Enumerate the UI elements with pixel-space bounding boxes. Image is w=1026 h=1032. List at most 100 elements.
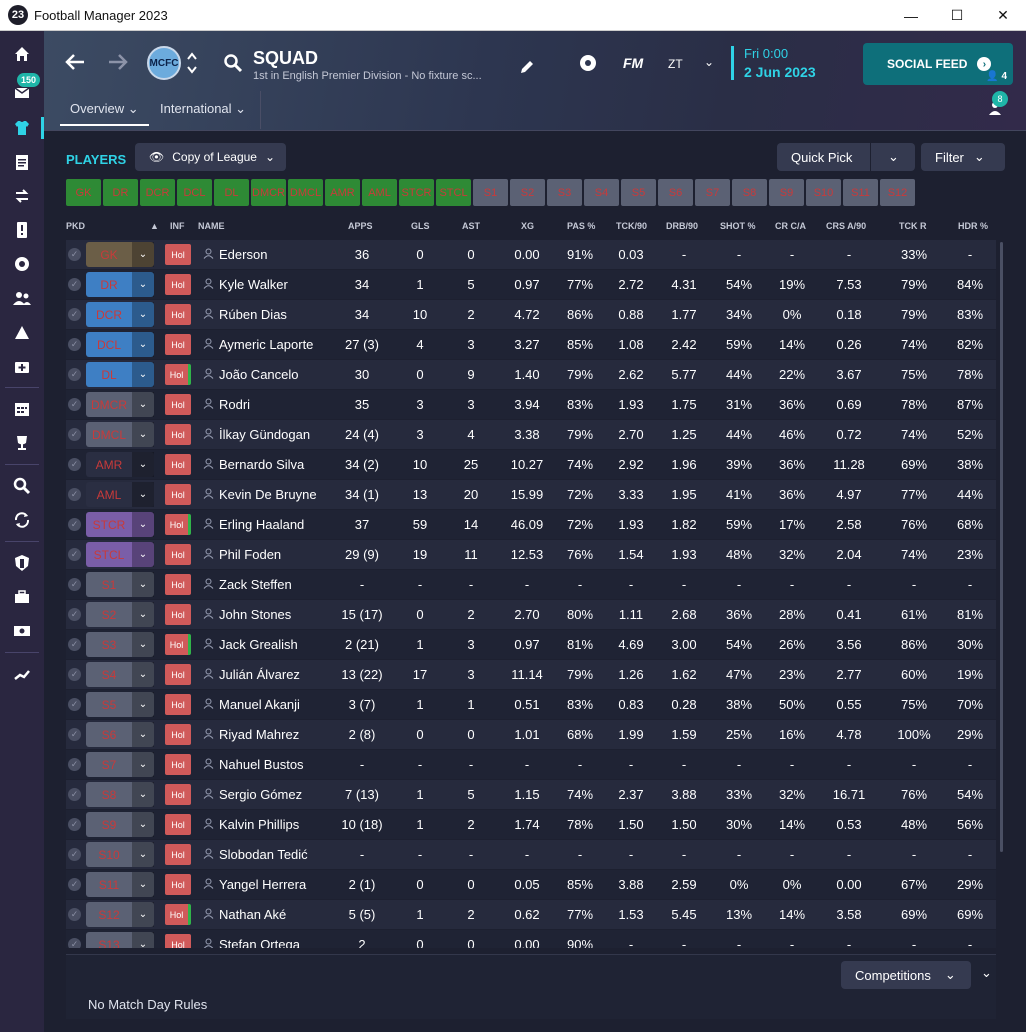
- position-select[interactable]: DR ⌄: [86, 272, 154, 297]
- player-name[interactable]: Zack Steffen: [219, 577, 292, 592]
- position-chip[interactable]: S11: [843, 179, 878, 206]
- info-status-badge[interactable]: Hol: [165, 724, 191, 745]
- position-select[interactable]: S9 ⌄: [86, 812, 154, 837]
- back-button[interactable]: [64, 51, 86, 80]
- position-chip[interactable]: AML: [362, 179, 397, 206]
- position-select[interactable]: STCL ⌄: [86, 542, 154, 567]
- info-status-badge[interactable]: Hol: [165, 364, 191, 385]
- col-header-ast[interactable]: AST: [462, 221, 480, 231]
- home-icon[interactable]: [0, 37, 44, 71]
- pick-check-icon[interactable]: ✓: [68, 368, 81, 381]
- position-select[interactable]: S11 ⌄: [86, 872, 154, 897]
- player-name[interactable]: Kevin De Bruyne: [219, 487, 317, 502]
- position-select[interactable]: S12 ⌄: [86, 902, 154, 927]
- pick-check-icon[interactable]: ✓: [68, 338, 81, 351]
- position-select[interactable]: S13 ⌄: [86, 932, 154, 948]
- position-select[interactable]: DMCL ⌄: [86, 422, 154, 447]
- info-status-badge[interactable]: Hol: [165, 484, 191, 505]
- info-status-badge[interactable]: Hol: [165, 574, 191, 595]
- player-name[interactable]: Nahuel Bustos: [219, 757, 304, 772]
- player-name[interactable]: Ederson: [219, 247, 267, 262]
- pick-check-icon[interactable]: ✓: [68, 728, 81, 741]
- col-header-name[interactable]: NAME: [198, 221, 225, 231]
- table-row[interactable]: ✓ DCL ⌄ Hol Aymeric Laporte 27 (3) 4 3 3.27 85% 1.…: [66, 330, 996, 359]
- info-status-badge[interactable]: Hol: [165, 874, 191, 895]
- player-name[interactable]: Riyad Mahrez: [219, 727, 299, 742]
- info-status-badge[interactable]: Hol: [165, 904, 191, 925]
- player-name[interactable]: Yangel Herrera: [219, 877, 306, 892]
- pick-check-icon[interactable]: ✓: [68, 788, 81, 801]
- position-select[interactable]: S2 ⌄: [86, 602, 154, 627]
- chevron-down-icon[interactable]: ⌄: [888, 149, 899, 165]
- footer-chevron-down-icon[interactable]: ⌄: [981, 965, 992, 981]
- pick-check-icon[interactable]: ✓: [68, 698, 81, 711]
- position-chip[interactable]: S1: [473, 179, 508, 206]
- info-status-badge[interactable]: Hol: [165, 334, 191, 355]
- table-row[interactable]: ✓ STCL ⌄ Hol Phil Foden 29 (9) 19 11 12.53 76% 1.5…: [66, 540, 996, 569]
- table-row[interactable]: ✓ DR ⌄ Hol Kyle Walker 34 1 5 0.97 77% 2.72 4.31 54%…: [66, 270, 996, 299]
- player-name[interactable]: Bernardo Silva: [219, 457, 304, 472]
- pick-check-icon[interactable]: ✓: [68, 908, 81, 921]
- player-name[interactable]: Rodri: [219, 397, 250, 412]
- position-select[interactable]: S1 ⌄: [86, 572, 154, 597]
- position-select[interactable]: S7 ⌄: [86, 752, 154, 777]
- info-status-badge[interactable]: Hol: [165, 424, 191, 445]
- table-row[interactable]: ✓ S10 ⌄ Hol Slobodan Tedić - - - - - - - - - - - -: [66, 840, 996, 869]
- position-chip[interactable]: GK: [66, 179, 101, 206]
- medical-icon[interactable]: [0, 349, 44, 383]
- player-name[interactable]: Sergio Gómez: [219, 787, 302, 802]
- col-header-gls[interactable]: GLS: [411, 221, 430, 231]
- player-name[interactable]: Phil Foden: [219, 547, 281, 562]
- search-icon[interactable]: [0, 469, 44, 503]
- player-name[interactable]: Jack Grealish: [219, 637, 298, 652]
- player-name[interactable]: João Cancelo: [219, 367, 299, 382]
- info-status-badge[interactable]: Hol: [165, 634, 191, 655]
- shield-icon[interactable]: [0, 546, 44, 580]
- player-name[interactable]: Aymeric Laporte: [219, 337, 313, 352]
- player-name[interactable]: John Stones: [219, 607, 291, 622]
- position-select[interactable]: S8 ⌄: [86, 782, 154, 807]
- info-status-badge[interactable]: Hol: [165, 454, 191, 475]
- pick-check-icon[interactable]: ✓: [68, 278, 81, 291]
- exclamation-icon[interactable]: [0, 213, 44, 247]
- position-chip[interactable]: S4: [584, 179, 619, 206]
- col-header-crc[interactable]: CR C/A: [775, 221, 806, 231]
- col-header-pkd[interactable]: PKD: [66, 221, 85, 231]
- transfer-arrows-icon[interactable]: [0, 179, 44, 213]
- zt-label[interactable]: ZT: [668, 57, 683, 71]
- info-status-badge[interactable]: Hol: [165, 514, 191, 535]
- pick-check-icon[interactable]: ✓: [68, 758, 81, 771]
- pick-check-icon[interactable]: ✓: [68, 578, 81, 591]
- position-chip[interactable]: STCL: [436, 179, 471, 206]
- col-header-tck[interactable]: TCK/90: [616, 221, 647, 231]
- pick-check-icon[interactable]: ✓: [68, 518, 81, 531]
- tab-overview[interactable]: Overview ⌄: [60, 101, 149, 126]
- info-status-badge[interactable]: Hol: [165, 544, 191, 565]
- quick-pick-button[interactable]: Quick Pick ⌄: [777, 143, 915, 171]
- notifications-person-icon[interactable]: 8: [986, 91, 1008, 122]
- position-chip[interactable]: S12: [880, 179, 915, 206]
- table-row[interactable]: ✓ S13 ⌄ Hol Stefan Ortega 2 0 0 0.00 90% - - - - - - -: [66, 930, 996, 948]
- position-chip[interactable]: AMR: [325, 179, 360, 206]
- info-status-badge[interactable]: Hol: [165, 244, 191, 265]
- table-row[interactable]: ✓ S1 ⌄ Hol Zack Steffen - - - - - - - - - - - -: [66, 570, 996, 599]
- fm-logo[interactable]: FM: [623, 55, 643, 71]
- social-feed-button[interactable]: SOCIAL FEED › 👤 4: [863, 43, 1013, 85]
- info-status-badge[interactable]: Hol: [165, 604, 191, 625]
- pick-check-icon[interactable]: ✓: [68, 938, 81, 948]
- pick-check-icon[interactable]: ✓: [68, 548, 81, 561]
- table-row[interactable]: ✓ S6 ⌄ Hol Riyad Mahrez 2 (8) 0 0 1.01 68% 1.99 1.5…: [66, 720, 996, 749]
- info-status-badge[interactable]: Hol: [165, 934, 191, 948]
- money-icon[interactable]: [0, 614, 44, 648]
- position-chip[interactable]: S8: [732, 179, 767, 206]
- info-status-badge[interactable]: Hol: [165, 814, 191, 835]
- position-chip[interactable]: DL: [214, 179, 249, 206]
- position-select[interactable]: DCL ⌄: [86, 332, 154, 357]
- info-status-badge[interactable]: Hol: [165, 274, 191, 295]
- table-row[interactable]: ✓ DCR ⌄ Hol Rúben Dias 34 10 2 4.72 86% 0.88 1.77 34…: [66, 300, 996, 329]
- position-chip[interactable]: DMCR: [251, 179, 286, 206]
- info-status-badge[interactable]: Hol: [165, 844, 191, 865]
- table-row[interactable]: ✓ S2 ⌄ Hol John Stones 15 (17) 0 2 2.70 80% 1.11 2.…: [66, 600, 996, 629]
- col-header-apps[interactable]: APPS: [348, 221, 373, 231]
- info-status-badge[interactable]: Hol: [165, 754, 191, 775]
